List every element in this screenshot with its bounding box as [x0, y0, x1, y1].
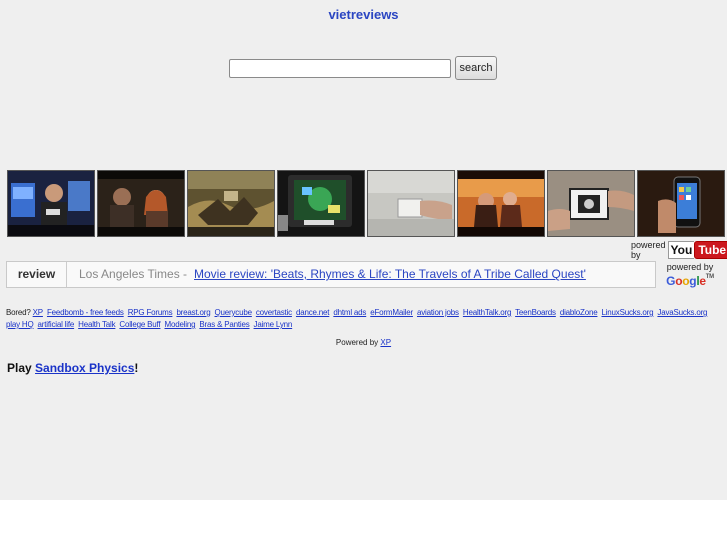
partner-link[interactable]: College Buff: [119, 320, 160, 329]
partner-link[interactable]: Modeling: [164, 320, 195, 329]
search-input[interactable]: [229, 59, 451, 78]
video-thumbnail-1[interactable]: [7, 170, 95, 237]
news-label: review: [7, 262, 67, 287]
powered-by-text: Powered by: [335, 338, 379, 347]
titanic-sunset-icon: [458, 171, 544, 236]
partner-link[interactable]: diabloZone: [560, 308, 598, 317]
partner-link[interactable]: Querycube: [215, 308, 253, 317]
news-source: Los Angeles Times -: [79, 267, 188, 281]
play-suffix: !: [134, 361, 139, 375]
google-letter: G: [666, 274, 676, 288]
xp-link[interactable]: XP: [380, 338, 391, 347]
partner-link[interactable]: HealthTalk.org: [463, 308, 512, 317]
video-thumbnail-3[interactable]: [187, 170, 275, 237]
youtube-logo-tube: Tube: [694, 241, 727, 259]
powered-by-label: powered by: [666, 262, 714, 272]
youtube-logo-icon[interactable]: You Tube: [667, 241, 727, 259]
partner-link[interactable]: breast.org: [176, 308, 210, 317]
partner-link[interactable]: TeenBoards: [515, 308, 556, 317]
sandbox-physics-link[interactable]: Sandbox Physics: [35, 361, 134, 375]
partner-link[interactable]: aviation jobs: [417, 308, 459, 317]
partner-link[interactable]: RPG Forums: [128, 308, 173, 317]
man-with-monitors-icon: [8, 171, 94, 236]
partner-link[interactable]: Feedbomb - free feeds: [47, 308, 124, 317]
partner-link[interactable]: dhtml ads: [333, 308, 366, 317]
video-thumbnail-strip: [7, 170, 727, 237]
google-trademark: TM: [705, 274, 714, 280]
couple-scene-icon: [98, 171, 184, 236]
video-thumbnail-8[interactable]: [637, 170, 725, 237]
youtube-logo-you: You: [667, 241, 695, 259]
powered-by-xp: Powered by XP: [0, 338, 727, 347]
powered-by-label: powered by: [631, 240, 666, 260]
tablet-game-icon: [278, 171, 364, 236]
partner-link[interactable]: artificial life: [38, 320, 75, 329]
site-title[interactable]: vietreviews: [0, 7, 727, 22]
partner-link[interactable]: XP: [33, 308, 43, 317]
partner-link[interactable]: dance.net: [296, 308, 330, 317]
unboxing-device-icon: [548, 171, 634, 236]
partner-link[interactable]: covertastic: [256, 308, 292, 317]
play-promo: Play Sandbox Physics!: [7, 361, 138, 375]
partner-link[interactable]: play HQ: [6, 320, 34, 329]
partner-link[interactable]: Health Talk: [78, 320, 115, 329]
video-thumbnail-5[interactable]: [367, 170, 455, 237]
powered-by-youtube[interactable]: powered by You Tube: [631, 240, 727, 260]
search-button[interactable]: search: [455, 56, 497, 80]
partner-link[interactable]: JavaSucks.org: [657, 308, 707, 317]
smartphone-hand-icon: [638, 171, 724, 236]
partner-link[interactable]: LinuxSucks.org: [601, 308, 653, 317]
powered-by-google[interactable]: powered by GoogleTM: [660, 262, 720, 288]
links-prefix: Bored?: [6, 308, 31, 317]
play-prefix: Play: [7, 361, 32, 375]
video-thumbnail-4[interactable]: [277, 170, 365, 237]
desert-battle-icon: [188, 171, 274, 236]
hand-device-icon: [368, 171, 454, 236]
news-headline-link[interactable]: Movie review: 'Beats, Rhymes & Life: The…: [194, 262, 586, 287]
partner-links: Bored? XP Feedbomb - free feeds RPG Foru…: [6, 307, 721, 331]
partner-link[interactable]: Jaime Lynn: [254, 320, 293, 329]
page-background: vietreviews search powered by You Tube r…: [0, 0, 727, 500]
partner-link[interactable]: eFormMailer: [370, 308, 413, 317]
partner-link[interactable]: Bras & Panties: [199, 320, 249, 329]
video-thumbnail-2[interactable]: [97, 170, 185, 237]
google-logo-icon[interactable]: GoogleTM: [660, 274, 720, 288]
video-thumbnail-6[interactable]: [457, 170, 545, 237]
video-thumbnail-7[interactable]: [547, 170, 635, 237]
news-ticker: review Los Angeles Times - Movie review:…: [6, 261, 656, 288]
